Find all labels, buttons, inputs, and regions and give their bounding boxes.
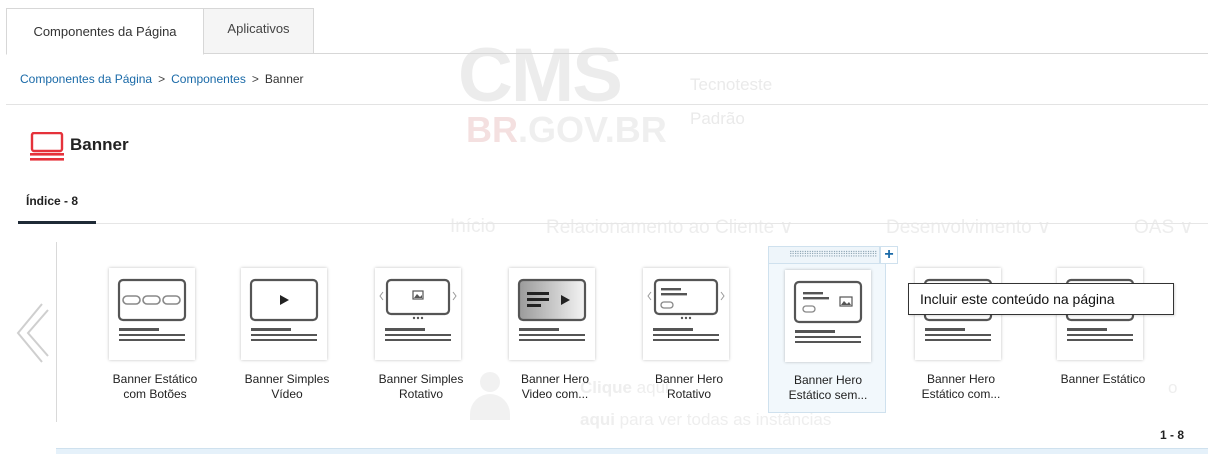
component-card[interactable]: Banner Hero Estático com...	[902, 252, 1020, 410]
component-card[interactable]: Banner Hero Rotativo	[630, 252, 748, 410]
breadcrumb-link-page-components[interactable]: Componentes da Página	[20, 72, 152, 86]
banner-hero-static-icon	[785, 270, 871, 362]
add-to-page-button[interactable]: +	[880, 246, 898, 264]
bg-message-line2: aqui para ver todas as instâncias	[580, 410, 832, 429]
banner-category-icon	[30, 131, 68, 162]
banner-video-icon	[241, 268, 327, 360]
divider	[96, 223, 1208, 224]
carousel-prev-icon[interactable]	[10, 300, 50, 366]
bg-message-right: o	[1168, 378, 1178, 397]
pagination-info: 1 - 8	[1160, 428, 1185, 442]
breadcrumb-separator: >	[251, 72, 259, 86]
active-tab-indicator	[18, 221, 96, 224]
bottom-panel-strip	[56, 448, 1208, 454]
card-label: Banner Estático	[1060, 372, 1146, 386]
card-label: Banner Hero Video com...	[520, 372, 590, 401]
breadcrumb-separator: >	[158, 72, 166, 86]
card-label: Banner Simples Vídeo	[244, 372, 330, 401]
component-card[interactable]: Banner Simples Rotativo	[362, 252, 480, 410]
component-card[interactable]: Banner Simples Vídeo	[228, 252, 346, 410]
bg-user-name: Tecnoteste Padrão	[690, 75, 773, 128]
component-card[interactable]: Banner Hero Estático sem...	[768, 263, 886, 413]
carousel-left-border	[56, 242, 57, 422]
banner-hero-video-icon	[509, 268, 595, 360]
component-card[interactable]: Banner Estático	[1044, 252, 1162, 410]
component-card[interactable]: Banner Estático com Botões	[96, 252, 214, 410]
breadcrumb-current: Banner	[264, 72, 304, 86]
cms-logo-subtext: BR.GOV.BR	[466, 109, 667, 150]
page-title: Banner	[70, 135, 129, 154]
breadcrumb-link-components[interactable]: Componentes	[171, 72, 246, 86]
card-label: Banner Hero Estático com...	[921, 372, 1001, 401]
tab-index[interactable]: Índice - 8	[26, 194, 78, 208]
tooltip: Incluir este conteúdo na página	[908, 283, 1174, 315]
banner-hero-carousel-icon	[643, 268, 729, 360]
tab-applications[interactable]: Aplicativos	[204, 8, 314, 54]
banner-buttons-icon	[109, 268, 195, 360]
bg-nav-item: Início	[450, 216, 496, 237]
banner-carousel-icon	[375, 268, 461, 360]
drag-handle[interactable]: ⠿⠿⠿⠿⠿⠿⠿⠿⠿⠿⠿⠿⠿⠿⠿⠿⠿⠿	[768, 246, 880, 264]
tab-page-components[interactable]: Componentes da Página	[6, 8, 204, 55]
card-label: Banner Hero Estático sem...	[788, 373, 868, 402]
bg-nav-item: Desenvolvimento ∨	[886, 217, 1051, 238]
bg-nav-item: Relacionamento ao Cliente ∨	[546, 217, 794, 238]
cms-logo: CMS BR.GOV.BR	[458, 38, 667, 150]
card-label: Banner Hero Rotativo	[654, 372, 724, 401]
breadcrumb: Componentes da Página > Componentes > Banner	[20, 72, 304, 86]
divider	[6, 104, 1208, 105]
card-label: Banner Simples Rotativo	[378, 372, 464, 401]
bg-nav-item: OAS ∨	[1134, 217, 1194, 238]
card-label: Banner Estático com Botões	[112, 372, 198, 401]
component-card[interactable]: Banner Hero Video com...	[496, 252, 614, 410]
panel-tabs: Componentes da Página Aplicativos	[6, 8, 1208, 55]
